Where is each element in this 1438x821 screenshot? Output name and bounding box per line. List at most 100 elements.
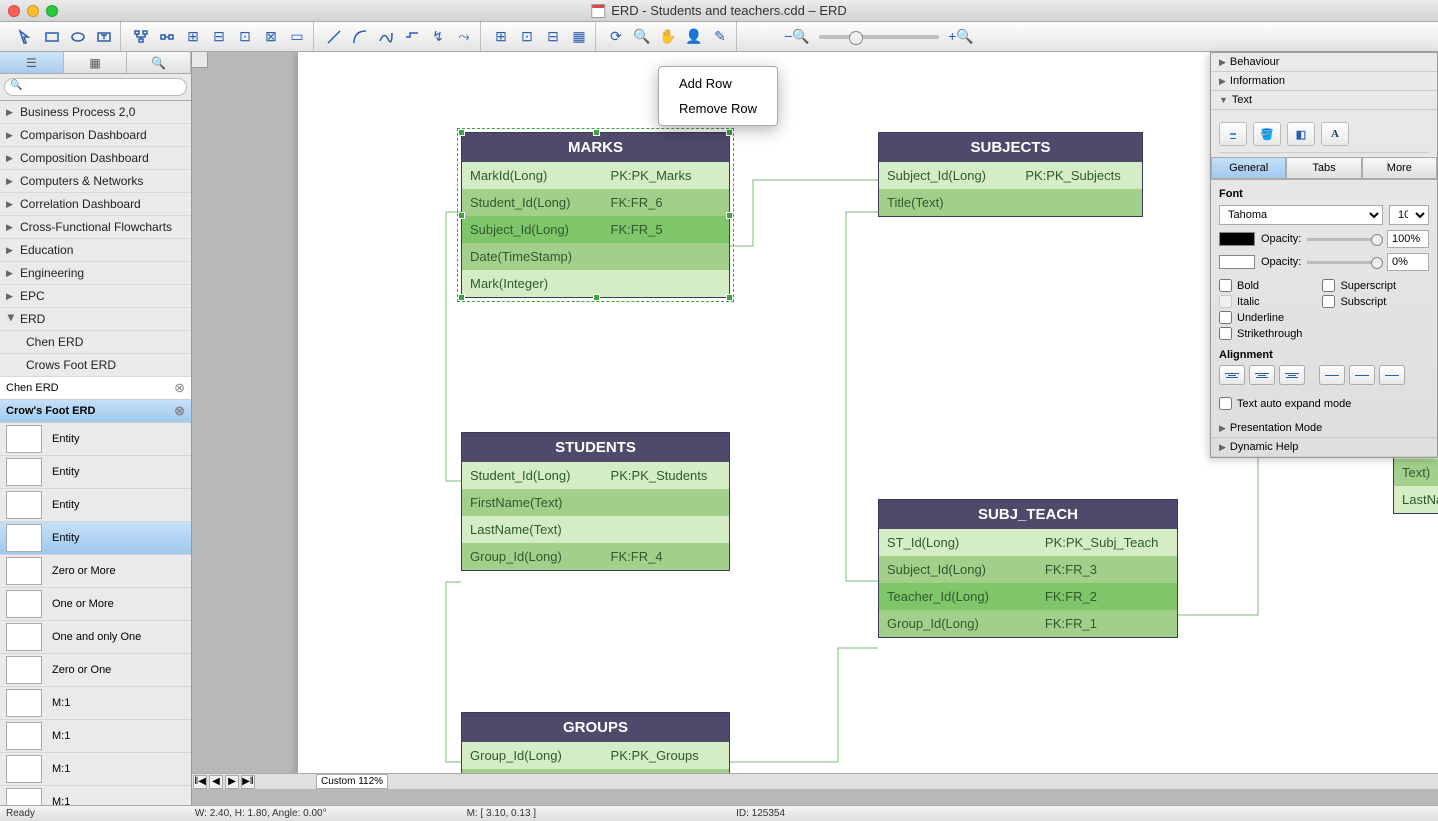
subscript-checkbox[interactable] — [1322, 295, 1335, 308]
context-menu-add-row[interactable]: Add Row — [659, 71, 777, 96]
group-tool[interactable]: ▭ — [285, 26, 309, 48]
behaviour-section[interactable]: ▶Behaviour — [1211, 53, 1437, 72]
erd-column-row[interactable]: Teacher_Id(Long)FK:FR_2 — [879, 583, 1177, 610]
shape-palette-item[interactable]: M:1 — [0, 786, 191, 805]
library-open-tab[interactable]: Chen ERD⊗ — [0, 377, 191, 400]
text-color-swatch[interactable] — [1219, 232, 1255, 246]
pointer-tool[interactable] — [14, 26, 38, 48]
shape-palette-item[interactable]: M:1 — [0, 687, 191, 720]
erd-table-subjects[interactable]: SUBJECTS Subject_Id(Long)PK:PK_SubjectsT… — [878, 132, 1143, 217]
tree-item[interactable]: ▶Correlation Dashboard — [0, 193, 191, 216]
snap-page-tool[interactable]: ▦ — [567, 26, 591, 48]
bg-opacity-value[interactable] — [1387, 253, 1429, 271]
library-tree-tab[interactable]: ☰ — [0, 52, 64, 73]
superscript-checkbox[interactable] — [1322, 279, 1335, 292]
library-search-input[interactable] — [4, 78, 187, 96]
presentation-tool[interactable]: 👤 — [682, 26, 706, 48]
font-size-select[interactable]: 10 — [1389, 205, 1429, 225]
next-page-button[interactable]: ▶ — [225, 775, 239, 789]
tree-item[interactable]: ▶Business Process 2,0 — [0, 101, 191, 124]
arc-tool[interactable] — [348, 26, 372, 48]
shape-palette-item[interactable]: Entity — [0, 456, 191, 489]
text-section[interactable]: ▼Text — [1211, 91, 1437, 110]
text-opacity-slider[interactable]: .slider::after{left:calc(100% - 10px);} — [1307, 238, 1381, 241]
underline-checkbox[interactable] — [1219, 311, 1232, 324]
erd-column-row[interactable]: FirstName(Text) — [462, 489, 729, 516]
align-top-tool[interactable]: ⊟ — [207, 26, 231, 48]
underline-style-button[interactable]: ⎯ — [1219, 122, 1247, 146]
library-grid-tab[interactable]: ▦ — [64, 52, 128, 73]
spline-tool[interactable] — [374, 26, 398, 48]
zoom-out-button[interactable]: −🔍 — [785, 26, 809, 48]
distribute-v-tool[interactable]: ⊠ — [259, 26, 283, 48]
snap-guide-tool[interactable]: ⊡ — [515, 26, 539, 48]
line-tool[interactable] — [322, 26, 346, 48]
zoom-in-button[interactable]: +🔍 — [949, 26, 973, 48]
ellipse-tool[interactable] — [66, 26, 90, 48]
erd-column-row[interactable]: MarkId(Long)PK:PK_Marks — [462, 162, 729, 189]
text-opacity-value[interactable] — [1387, 230, 1429, 248]
pan-tool[interactable]: ✋ — [656, 26, 680, 48]
tree-item[interactable]: ▶Engineering — [0, 262, 191, 285]
zoom-slider[interactable] — [819, 35, 939, 39]
erd-column-row[interactable]: Group_Id(Long)FK:FR_4 — [462, 543, 729, 570]
smart-connector-tool[interactable]: ↯ — [426, 26, 450, 48]
valign-bottom-button[interactable] — [1379, 365, 1405, 385]
bold-checkbox[interactable] — [1219, 279, 1232, 292]
shape-palette-item[interactable]: Entity — [0, 522, 191, 555]
library-search-tab[interactable]: 🔍 — [127, 52, 191, 73]
strikethrough-checkbox[interactable] — [1219, 327, 1232, 340]
general-subtab[interactable]: General — [1211, 157, 1286, 179]
tree-item[interactable]: ▶Cross-Functional Flowcharts — [0, 216, 191, 239]
horizontal-scroll-bar[interactable]: ‖◀ ◀ ▶ ▶‖ Custom 112% — [192, 773, 1438, 789]
auto-expand-checkbox[interactable] — [1219, 397, 1232, 410]
align-center-button[interactable] — [1249, 365, 1275, 385]
chain-tool[interactable] — [155, 26, 179, 48]
close-window-button[interactable] — [8, 5, 20, 17]
erd-column-row[interactable]: Subject_Id(Long)FK:FR_3 — [879, 556, 1177, 583]
erd-column-row[interactable]: Date(TimeStamp) — [462, 243, 729, 270]
tree-item-child[interactable]: Crows Foot ERD — [0, 354, 191, 377]
minimize-window-button[interactable] — [27, 5, 39, 17]
prev-page-button[interactable]: ◀ — [209, 775, 223, 789]
library-open-tab[interactable]: Crow's Foot ERD⊗ — [0, 400, 191, 423]
shape-palette-item[interactable]: One or More — [0, 588, 191, 621]
tabs-subtab[interactable]: Tabs — [1286, 157, 1361, 179]
erd-table-students[interactable]: STUDENTS Student_Id(Long)PK:PK_StudentsF… — [461, 432, 730, 571]
round-connector-tool[interactable]: ⤳ — [452, 26, 476, 48]
tree-item[interactable]: ▶Composition Dashboard — [0, 147, 191, 170]
align-left-button[interactable] — [1219, 365, 1245, 385]
zoom-tool[interactable]: 🔍 — [630, 26, 654, 48]
more-subtab[interactable]: More — [1362, 157, 1437, 179]
erd-column-row[interactable]: Subject_Id(Long)FK:FR_5 — [462, 216, 729, 243]
erd-column-row[interactable]: Student_Id(Long)FK:FR_6 — [462, 189, 729, 216]
erd-column-row[interactable]: Mark(Integer) — [462, 270, 729, 297]
tree-tool[interactable] — [129, 26, 153, 48]
refresh-tool[interactable]: ⟳ — [604, 26, 628, 48]
tree-item[interactable]: ▶Education — [0, 239, 191, 262]
shape-palette-item[interactable]: One and only One — [0, 621, 191, 654]
erd-column-row[interactable]: LastName(Text) — [462, 516, 729, 543]
close-icon[interactable]: ⊗ — [174, 380, 185, 396]
highlighter-tool[interactable]: ✎ — [708, 26, 732, 48]
erd-table-subj-teach[interactable]: SUBJ_TEACH ST_Id(Long)PK:PK_Subj_TeachSu… — [878, 499, 1178, 638]
tree-item[interactable]: ▶Comparison Dashboard — [0, 124, 191, 147]
align-right-button[interactable] — [1279, 365, 1305, 385]
tree-item[interactable]: ▶EPC — [0, 285, 191, 308]
snap-grid-tool[interactable]: ⊞ — [489, 26, 513, 48]
valign-middle-button[interactable] — [1349, 365, 1375, 385]
fill-style-button[interactable]: 🪣 — [1253, 122, 1281, 146]
tree-item[interactable]: ▶ERD — [0, 308, 191, 331]
context-menu-remove-row[interactable]: Remove Row — [659, 96, 777, 121]
valign-top-button[interactable] — [1319, 365, 1345, 385]
erd-column-row[interactable]: Student_Id(Long)PK:PK_Students — [462, 462, 729, 489]
close-icon[interactable]: ⊗ — [174, 403, 185, 419]
presentation-mode-section[interactable]: ▶Presentation Mode — [1211, 419, 1437, 438]
first-page-button[interactable]: ‖◀ — [193, 775, 207, 789]
shape-palette-item[interactable]: Entity — [0, 489, 191, 522]
shape-palette-item[interactable]: M:1 — [0, 720, 191, 753]
erd-column-row[interactable]: Title(Text) — [879, 189, 1142, 216]
connector-tool[interactable] — [400, 26, 424, 48]
tree-item-child[interactable]: Chen ERD — [0, 331, 191, 354]
shadow-style-button[interactable]: ◧ — [1287, 122, 1315, 146]
